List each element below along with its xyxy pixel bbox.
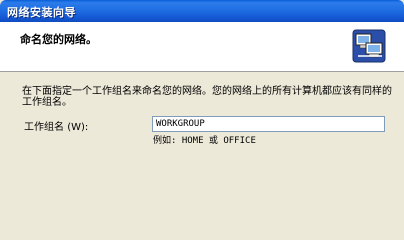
network-computers-icon [352, 29, 386, 63]
example-hint: 例如: HOME 或 OFFICE [153, 136, 256, 146]
instruction-text: 在下面指定一个工作组名来命名您的网络。您的网络上的所有计算机都应该有同样的工作组… [22, 86, 392, 108]
title-bar[interactable]: 网络安装向导 [0, 0, 404, 22]
workgroup-label-text: 工作组名 [24, 122, 64, 133]
workgroup-name-input[interactable] [152, 116, 385, 132]
wizard-window: 网络安装向导 命名您的网络。 在下面指定一个工作组名来命名您的网络。您的网络上的… [0, 0, 404, 219]
window-title: 网络安装向导 [7, 6, 76, 19]
wizard-header: 命名您的网络。 [0, 22, 404, 72]
workgroup-label-accel: (W): [67, 122, 89, 133]
page-title: 命名您的网络。 [20, 33, 97, 46]
workgroup-label: 工作组名 (W): [24, 118, 88, 133]
